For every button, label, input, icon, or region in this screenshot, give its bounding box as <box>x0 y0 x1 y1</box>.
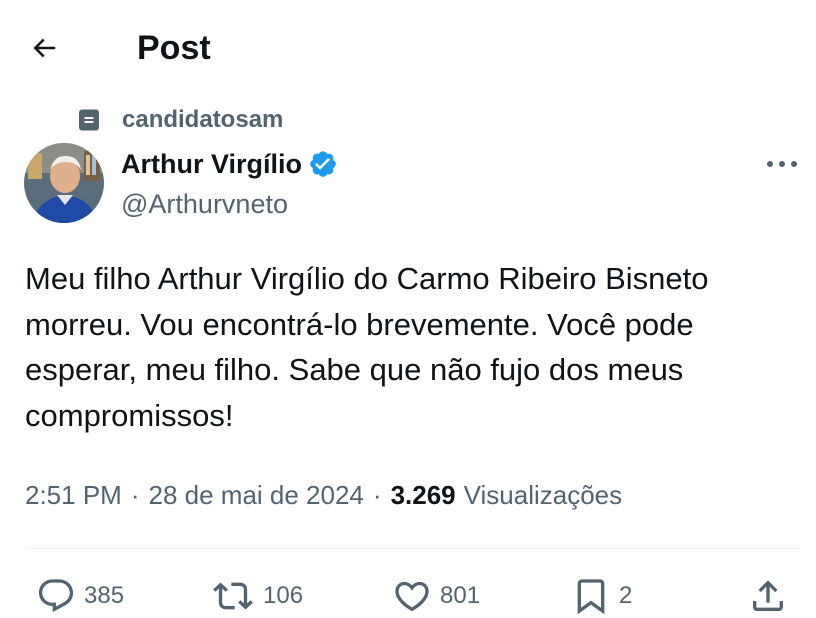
more-horizontal-icon <box>767 161 797 167</box>
repost-count: 106 <box>263 582 304 609</box>
tweet-time[interactable]: 2:51 PM <box>25 477 122 513</box>
repost-icon <box>213 582 253 610</box>
meta-separator: · <box>372 480 382 510</box>
reply-bubble-icon <box>38 579 74 613</box>
bookmark-icon <box>577 579 605 615</box>
share-icon <box>753 580 783 611</box>
avatar[interactable] <box>24 143 104 223</box>
bookmark-button[interactable]: 2 <box>571 576 632 616</box>
meta-separator: · <box>130 480 140 510</box>
verified-badge-icon[interactable] <box>308 148 340 180</box>
reply-count: 385 <box>84 582 125 609</box>
tweet-text: Meu filho Arthur Virgílio do Carmo Ribei… <box>25 261 709 433</box>
views-label: Visualizações <box>463 480 623 510</box>
social-context-label: candidatosam <box>122 106 284 133</box>
divider <box>25 548 800 549</box>
heart-icon <box>395 581 429 612</box>
views-count: 3.269 <box>390 480 456 510</box>
arrow-left-icon <box>33 38 56 58</box>
page-header: Post <box>0 0 816 96</box>
list-icon <box>76 107 102 133</box>
repost-button[interactable]: 106 <box>211 576 303 616</box>
page-title: Post <box>137 29 211 67</box>
tweet-date[interactable]: 28 de mai de 2024 <box>149 477 364 513</box>
share-button[interactable] <box>748 576 788 616</box>
author-name-link[interactable]: Arthur Virgílio <box>121 146 340 182</box>
reply-button[interactable]: 385 <box>36 576 124 616</box>
tweet-meta: 2:51 PM · 28 de mai de 2024 · 3.269 Visu… <box>25 477 622 513</box>
back-button[interactable] <box>24 28 64 68</box>
bookmark-count: 2 <box>619 582 633 609</box>
like-button[interactable]: 801 <box>392 576 480 616</box>
more-options-button[interactable] <box>760 148 804 180</box>
author-handle[interactable]: @Arthurvneto <box>121 186 288 222</box>
action-bar: 385 106 801 2 <box>0 572 816 618</box>
social-context[interactable]: candidatosam <box>76 104 283 136</box>
author-name: Arthur Virgílio <box>121 149 303 179</box>
like-count: 801 <box>440 582 481 609</box>
